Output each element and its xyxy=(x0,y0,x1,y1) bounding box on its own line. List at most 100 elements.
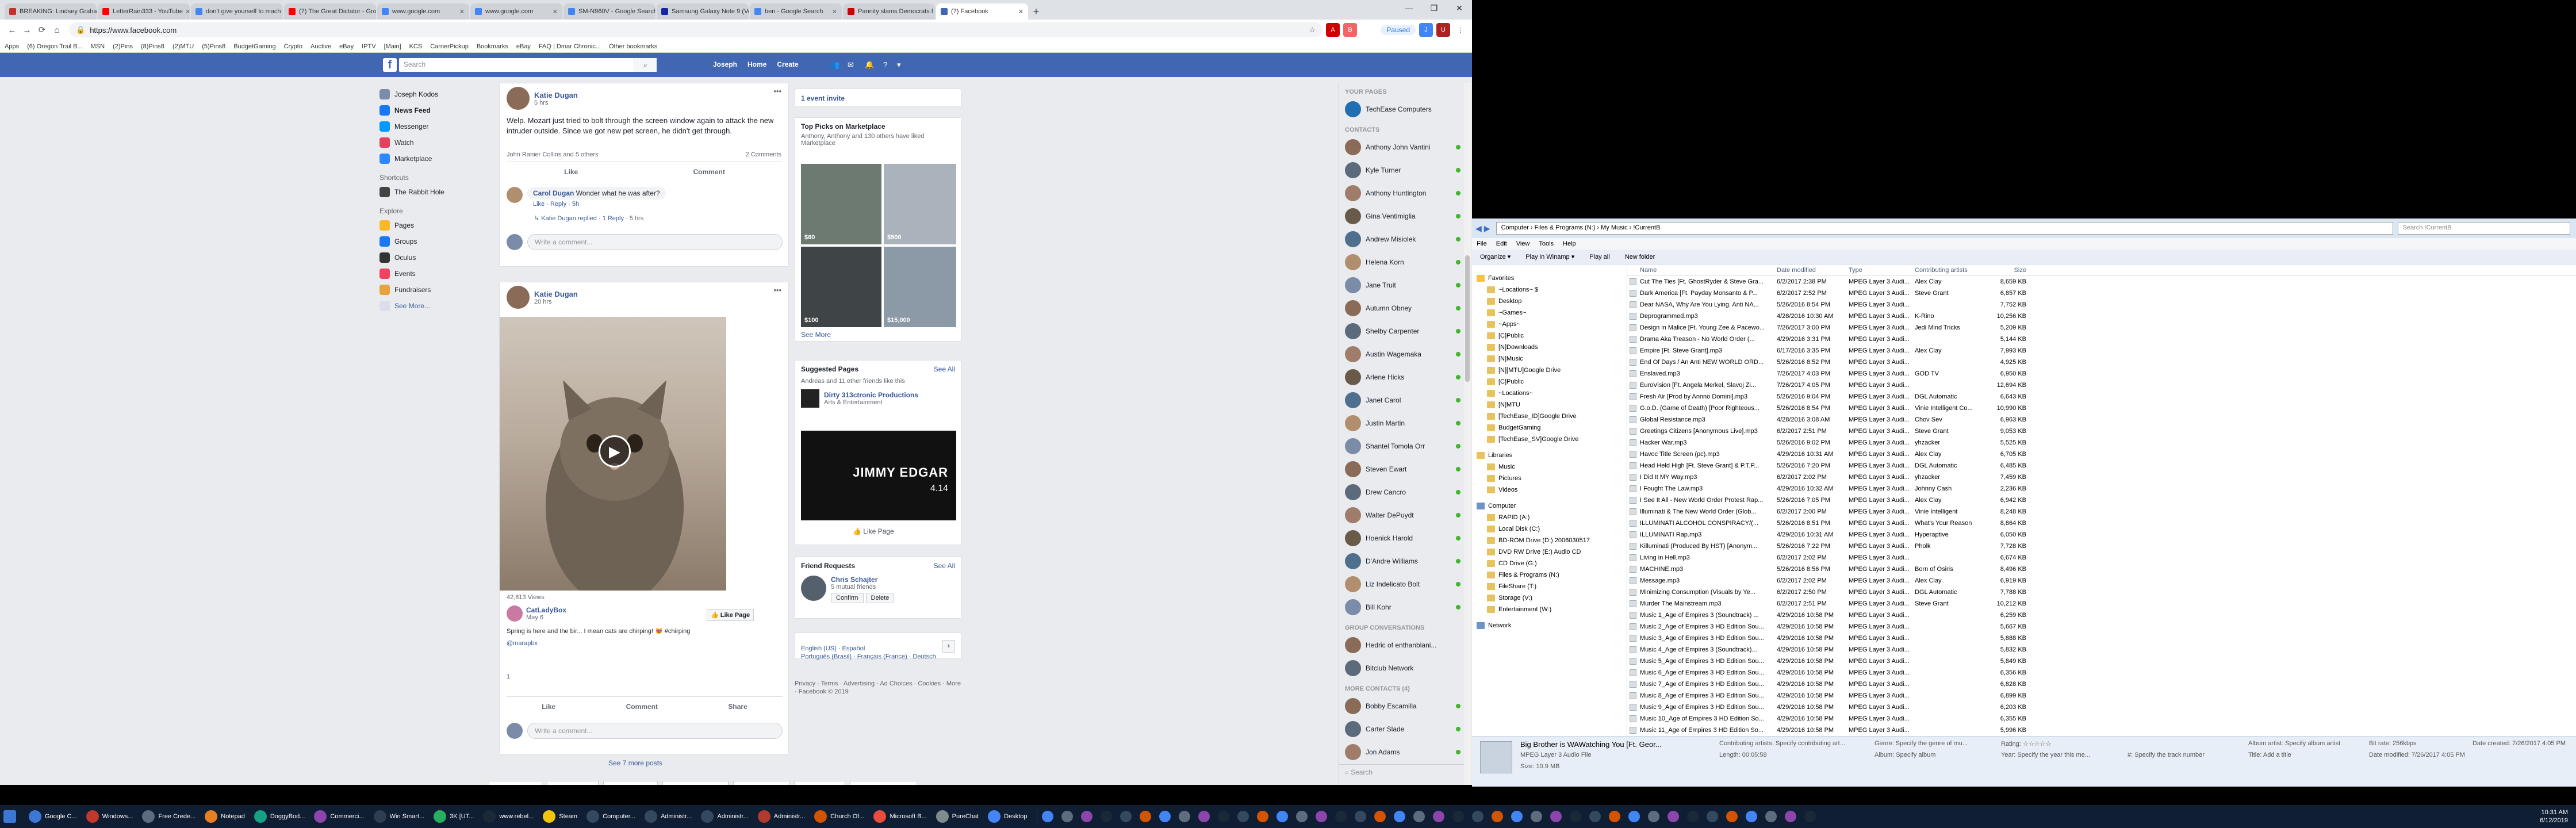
taskbar-item[interactable]: Notepad xyxy=(201,806,248,827)
bookmark-6-oregon-trail-b[interactable]: (6) Oregon Trail B... xyxy=(27,43,83,50)
close-icon[interactable]: ✕ xyxy=(281,8,283,16)
pinned-app-icon[interactable] xyxy=(1569,806,1586,827)
extension-icon[interactable]: B xyxy=(1343,23,1357,37)
tab[interactable]: SM-N960V - Google Search✕ xyxy=(564,3,656,20)
more-options-icon[interactable]: ••• xyxy=(773,87,781,95)
taskbar-item[interactable]: Administr... xyxy=(641,806,695,827)
tree-item[interactable]: [N]Music xyxy=(1472,353,1627,365)
contact-item[interactable]: Janet Carol xyxy=(1339,389,1466,412)
tree-item[interactable]: BD-ROM Drive (D:) 2006030517 xyxy=(1472,535,1627,546)
home-icon[interactable]: ⌂ xyxy=(49,22,64,37)
taskbar-item[interactable]: Steam xyxy=(539,806,581,827)
pinned-app-icon[interactable] xyxy=(1178,806,1195,827)
tree-item[interactable]: Network xyxy=(1472,620,1627,631)
listing-image[interactable]: $500 xyxy=(884,164,956,244)
pinned-app-icon[interactable] xyxy=(1314,806,1332,827)
play-icon[interactable]: ▶ xyxy=(599,435,631,467)
file-row[interactable]: Music 11_Age of Empires 3 HD Edition So.… xyxy=(1627,724,2576,736)
file-row[interactable]: Dark America [Ft. Payday Monsanto & P...… xyxy=(1627,288,2576,299)
contact-item[interactable]: Bitclub Network xyxy=(1339,657,1466,680)
like-page-button[interactable]: 👍 Like Page xyxy=(707,609,754,621)
pinned-app-icon[interactable] xyxy=(1608,806,1625,827)
detail-rating[interactable]: Rating: ☆☆☆☆☆ xyxy=(2001,740,2051,747)
tree-item[interactable]: Files & Programs (N:) xyxy=(1472,569,1627,581)
menu-icon[interactable]: ⋮ xyxy=(1454,23,1467,37)
pinned-app-icon[interactable] xyxy=(1764,806,1781,827)
bookmark-5-pins8[interactable]: (5)Pins8 xyxy=(202,43,225,50)
contact-item[interactable]: Gina Ventimiglia xyxy=(1339,205,1466,228)
tree-item[interactable]: Favorites xyxy=(1472,273,1627,284)
scrollbar-thumb[interactable] xyxy=(1465,255,1470,382)
file-row[interactable]: Murder The Mainstream.mp3 6/2/2017 2:51 P… xyxy=(1627,598,2576,610)
taskbar-item[interactable]: 3K [UT... xyxy=(430,806,477,827)
pinned-app-icon[interactable] xyxy=(1138,806,1156,827)
see-more-posts-link[interactable]: See 7 more posts xyxy=(608,759,662,767)
contact-item[interactable]: Jane Truit xyxy=(1339,274,1466,297)
friend-name[interactable]: Chris Schajter xyxy=(831,576,894,584)
pinned-app-icon[interactable] xyxy=(1647,806,1664,827)
post-time[interactable]: 5 hrs xyxy=(534,99,578,106)
avatar[interactable] xyxy=(507,605,523,622)
nav-home[interactable]: Home xyxy=(747,60,766,68)
sidebar-item-events[interactable]: Events xyxy=(379,266,489,282)
toolbar-new-folder-button[interactable]: New folder xyxy=(1625,254,1655,260)
close-icon[interactable]: ✕ xyxy=(830,8,837,16)
sidebar-item-pages[interactable]: Pages xyxy=(379,217,489,233)
avatar[interactable] xyxy=(801,576,826,601)
maximize-icon[interactable]: ❐ xyxy=(1421,0,1447,16)
file-row[interactable]: Global Resistance.mp3 4/28/2016 3:08 AM MP… xyxy=(1627,414,2576,425)
bookmark-iptv[interactable]: IPTV xyxy=(362,43,375,50)
omnibox[interactable]: 🔒 https://www.facebook.com ☆ xyxy=(69,22,1322,37)
taskbar-item[interactable]: Free Crede... xyxy=(139,806,199,827)
detail-contrib[interactable]: Contributing artists: Specify contributi… xyxy=(1719,740,1845,747)
menu-item-view[interactable]: View xyxy=(1516,240,1530,247)
close-icon[interactable]: ✕ xyxy=(1016,8,1023,16)
contact-item[interactable]: Jon Adams xyxy=(1339,741,1466,764)
tab[interactable]: Samsung Galaxy Note 9 (Vo✕ xyxy=(657,3,749,20)
chat-search-input[interactable]: ⌕ Search xyxy=(1339,764,1467,780)
pinned-app-icon[interactable] xyxy=(1041,806,1058,827)
avatar[interactable] xyxy=(507,187,523,203)
contact-item[interactable]: Arlene Hicks xyxy=(1339,366,1466,389)
like-page-button[interactable]: 👍 Like Page xyxy=(853,527,894,535)
pinned-app-icon[interactable] xyxy=(1295,806,1312,827)
chat-tab[interactable]: Angie Lupo ✕ xyxy=(794,781,845,785)
file-row[interactable]: Message.mp3 6/2/2017 2:02 PM MPEG Layer 3 … xyxy=(1627,575,2576,586)
search-input[interactable]: Search !CurrentB xyxy=(2397,222,2570,235)
contact-item[interactable]: Bill Kohr xyxy=(1339,596,1466,619)
file-row[interactable]: Empire [Ft. Steve Grant].mp3 6/17/2016 3:… xyxy=(1627,345,2576,356)
tree-item[interactable]: ~Locations~ xyxy=(1472,388,1627,399)
forward-icon[interactable]: → xyxy=(20,22,34,37)
close-icon[interactable]: ✕ xyxy=(933,8,935,16)
contact-item[interactable]: Hoenick Harold xyxy=(1339,527,1466,550)
bookmark-budgetgaming[interactable]: BudgetGaming xyxy=(233,43,275,50)
comment-author[interactable]: Carol Dugan xyxy=(533,189,574,197)
new-tab-button[interactable]: + xyxy=(1029,5,1043,18)
menu-item-help[interactable]: Help xyxy=(1563,240,1576,247)
pinned-app-icon[interactable] xyxy=(1627,806,1644,827)
tree-item[interactable]: DVD RW Drive (E:) Audio CD xyxy=(1472,546,1627,558)
sidebar-item-the-rabbit-hole[interactable]: The Rabbit Hole xyxy=(379,184,489,200)
file-row[interactable]: Living in Hell.mp3 6/2/2017 2:02 PM MPEG L… xyxy=(1627,552,2576,564)
contact-item[interactable]: Steven Ewart xyxy=(1339,458,1466,481)
tree-item[interactable]: Local Disk (C:) xyxy=(1472,523,1627,535)
close-icon[interactable]: ✕ xyxy=(183,8,190,16)
pinned-app-icon[interactable] xyxy=(1236,806,1254,827)
tree-item[interactable]: Pictures xyxy=(1472,473,1627,484)
file-row[interactable]: Music 9_Age of Empires 3 HD Edition Sou.… xyxy=(1627,702,2576,713)
tab[interactable]: www.google.com ✕ xyxy=(470,3,562,20)
detail-album[interactable]: Album: Specify album xyxy=(1874,752,1935,758)
footer-links[interactable]: Privacy · Terms · Advertising · Ad Choic… xyxy=(795,680,961,696)
contact-item[interactable]: Liz Indelicato Bolt xyxy=(1339,573,1466,596)
detail-album-artist[interactable]: Album artist: Specify album artist xyxy=(2248,740,2340,747)
post-author[interactable]: Katie Dugan xyxy=(534,91,578,99)
contact-item[interactable]: Autumn Obney xyxy=(1339,297,1466,320)
like-button[interactable]: Like xyxy=(542,703,555,711)
tree-item[interactable]: [C]Public xyxy=(1472,330,1627,342)
post-time[interactable]: 20 hrs xyxy=(534,298,578,305)
pinned-app-icon[interactable] xyxy=(1666,806,1684,827)
tree-item[interactable]: Entertainment (W:) xyxy=(1472,604,1627,615)
avatar[interactable] xyxy=(507,87,530,110)
clock[interactable]: 10:31 AM 6/12/2019 xyxy=(2540,808,2576,825)
taskbar-item[interactable]: Church Of... xyxy=(811,806,868,827)
